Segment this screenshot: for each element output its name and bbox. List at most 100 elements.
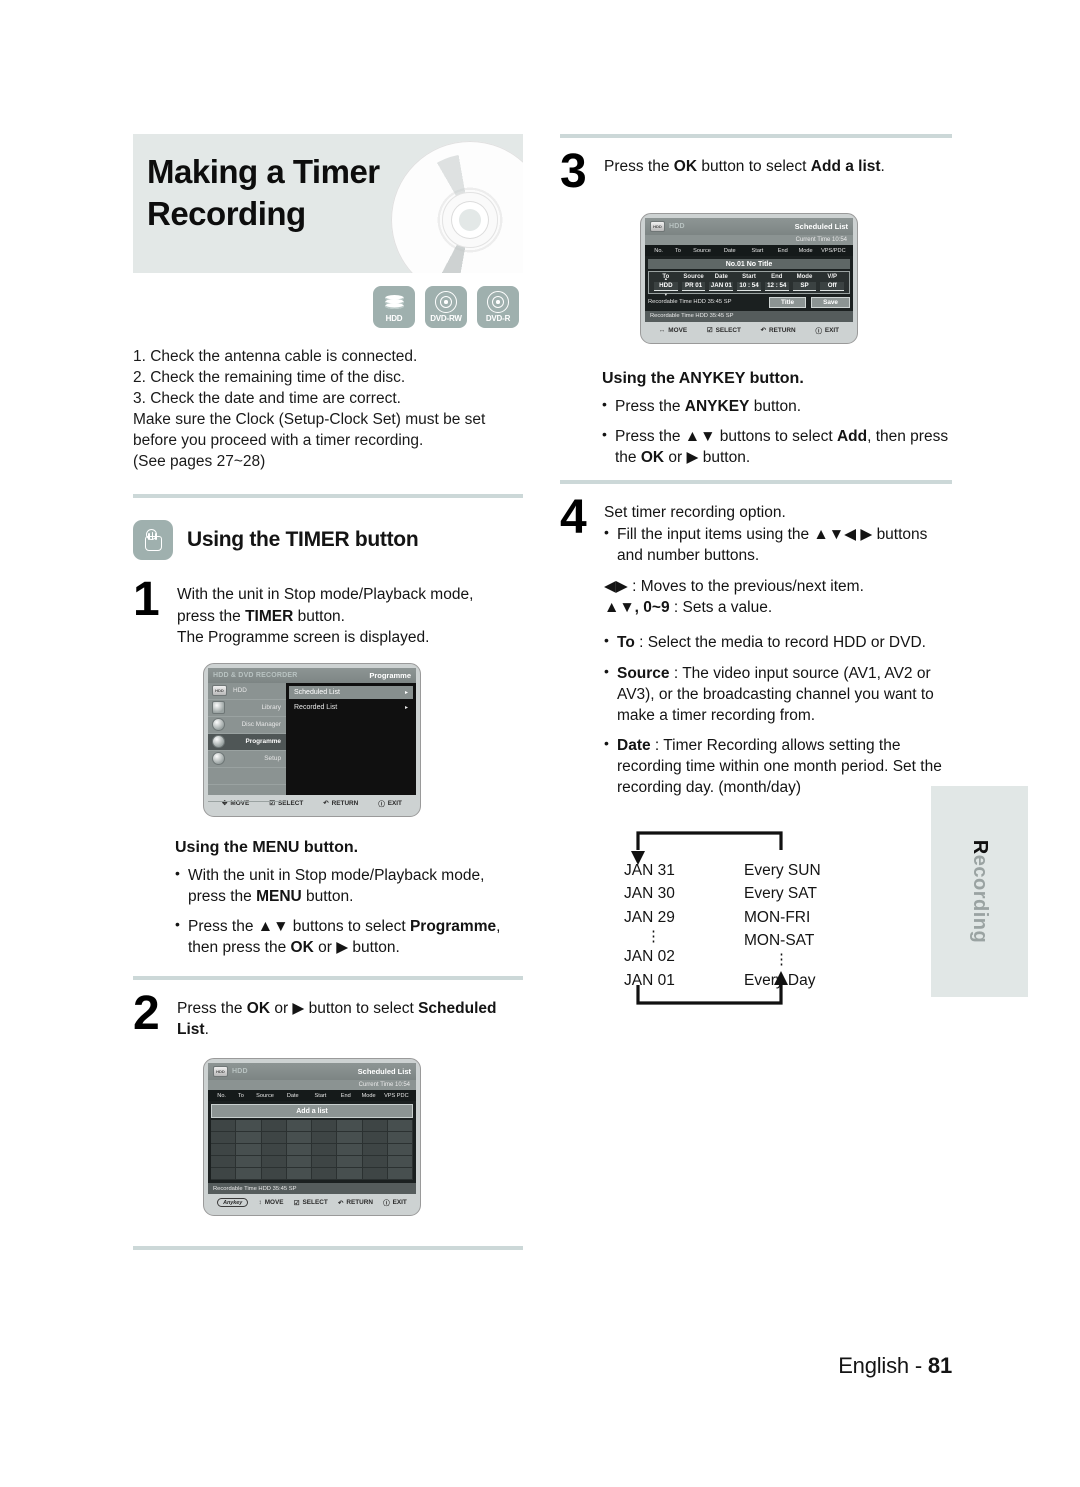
step-2: 2 Press the OK or ▶ button to select Sch…	[133, 989, 523, 1040]
footer-language: English -	[838, 1353, 928, 1378]
field-head-mode: Mode	[796, 274, 813, 281]
osd-programme-sidebar: HDD HDD Library Disc Manager Programme S…	[208, 682, 286, 802]
media-badge-label: DVD-RW	[430, 314, 462, 323]
sidebar-item-label: Setup	[264, 755, 281, 763]
option-source-label: Source	[617, 664, 670, 682]
nav-return[interactable]: ↶ RETURN	[761, 326, 796, 335]
nav-label: SELECT	[715, 326, 741, 334]
timer-button-ref: TIMER	[245, 607, 294, 625]
divider	[560, 134, 952, 138]
title-button[interactable]: Title	[769, 296, 807, 308]
ok-button-ref: OK	[673, 158, 698, 175]
cycle-dates-column: JAN 31 JAN 30 JAN 29 ⋮ JAN 02 JAN 01	[624, 859, 675, 992]
field-value-to[interactable]: HDD	[654, 282, 678, 291]
field-value-end[interactable]: 12 : 54	[764, 282, 789, 291]
nav-exit[interactable]: ⓘ EXIT	[383, 1198, 407, 1207]
cycle-date-5: JAN 01	[624, 971, 675, 989]
step-3: 3 Press the OK button to select Add a li…	[560, 147, 952, 195]
nav-select[interactable]: ☑ SELECT	[707, 326, 741, 335]
anykey-section-heading: Using the ANYKEY button.	[602, 369, 804, 387]
step-3-text-a: Press the	[604, 158, 674, 175]
chevron-right-icon: ▸	[404, 704, 408, 711]
scheduled-list-body: Add a list	[208, 1101, 416, 1184]
scheduled-empty-rows	[211, 1120, 413, 1181]
media-badge-row: HDD DVD-RW DVD-R	[133, 286, 523, 328]
field-value-date[interactable]: JAN 01	[709, 282, 734, 291]
ok-button-ref: OK	[290, 938, 314, 956]
detail-entry-panel: No.01 No Title To Source Date Start End …	[645, 256, 853, 311]
sidebar-item-hdd[interactable]: HDD HDD	[208, 683, 286, 700]
menu-section-heading: Using the MENU button.	[175, 838, 359, 856]
field-value-start[interactable]: 10 : 54	[737, 282, 761, 291]
date-cycle-diagram: JAN 31 JAN 30 JAN 29 ⋮ JAN 02 JAN 01 Eve…	[616, 825, 866, 1015]
sidebar-item-disc-manager[interactable]: Disc Manager	[208, 717, 286, 734]
osd-detail-titlebar: HDD HDD Scheduled List	[645, 218, 853, 236]
scheduled-column-headers: No. To Source Date Start End Mode VPS PD…	[208, 1090, 416, 1102]
nav-label: MOVE	[668, 326, 688, 334]
nav-select[interactable]: ☑ SELECT	[294, 1199, 328, 1207]
nav-exit[interactable]: ⓘ EXIT	[815, 326, 839, 335]
disc-icon	[487, 291, 509, 313]
menu-bullet-2-text-c: or ▶ button.	[313, 938, 400, 956]
col-no: No.	[654, 247, 663, 254]
field-value-mode[interactable]: SP	[792, 282, 817, 291]
col-no: No.	[217, 1092, 226, 1099]
divider	[133, 1246, 523, 1251]
sidebar-item-library[interactable]: Library	[208, 700, 286, 717]
step-1-text-a: With the unit in Stop mode/Playback mode…	[177, 586, 474, 604]
nav-label: EXIT	[392, 1199, 407, 1207]
menu-item-label: Recorded List	[294, 703, 338, 711]
col-to: To	[674, 247, 681, 254]
nav-return[interactable]: ↶ RETURN	[338, 1199, 373, 1207]
return-icon: ↶	[337, 1199, 344, 1207]
sidebar-item-programme[interactable]: Programme	[208, 733, 286, 751]
menu-bullet-2: Press the ▲▼ buttons to select Programme…	[175, 915, 523, 958]
nav-exit[interactable]: ⓘ EXIT	[378, 799, 402, 808]
chapter-tab-rest: ecording	[969, 854, 991, 944]
option-date-label: Date	[617, 736, 651, 754]
table-row[interactable]	[211, 1144, 413, 1157]
step-1-text-b: press the	[177, 607, 246, 625]
move-icon: ↕	[258, 1199, 262, 1207]
menu-item-scheduled-list[interactable]: Scheduled List ▸	[289, 685, 413, 699]
intro-line-3: 3. Check the date and time are correct.	[133, 390, 401, 408]
cycle-repeat-2: Every SAT	[744, 885, 817, 903]
step-1-line-1: With the unit in Stop mode/Playback mode…	[177, 584, 523, 605]
osd-scheduled-navbar: Anykey ↕ MOVE ☑ SELECT ↶ RETURN ⓘ EXIT	[208, 1194, 416, 1211]
step-2-text-c: .	[204, 1021, 209, 1039]
intro-checklist: 1. Check the antenna cable is connected.…	[133, 346, 523, 472]
disc-icon	[435, 291, 457, 313]
menu-bullet-1: With the unit in Stop mode/Playback mode…	[175, 864, 523, 907]
osd-scheduled-list-screen: HDD HDD Scheduled List Current Time 10:5…	[203, 1058, 421, 1217]
osd-programme-body: HDD HDD Library Disc Manager Programme S…	[208, 682, 416, 802]
osd-programme-title: Programme	[369, 670, 411, 680]
table-row[interactable]	[211, 1120, 413, 1133]
field-value-vp[interactable]: Off	[820, 282, 845, 291]
menu-item-recorded-list[interactable]: Recorded List ▸	[289, 701, 413, 714]
add-a-list-button[interactable]: Add a list	[211, 1104, 413, 1119]
nav-move[interactable]: ↔ MOVE	[659, 327, 687, 334]
programme-ref: Programme	[409, 917, 497, 935]
osd-scheduled-title: Scheduled List	[357, 1067, 411, 1077]
footer-page-number: 81	[927, 1353, 952, 1378]
option-to-text: : Select the media to record HDD or DVD.	[634, 634, 926, 652]
table-row[interactable]	[211, 1168, 413, 1181]
table-row[interactable]	[211, 1132, 413, 1145]
anykey-section-bullets: Press the ANYKEY button. Press the ▲▼ bu…	[602, 395, 952, 468]
field-value-source[interactable]: PR 01	[681, 282, 706, 291]
cycle-repeat-1: Every SUN	[744, 862, 821, 880]
nav-return[interactable]: ↶ RETURN	[323, 799, 358, 808]
col-end: End	[777, 247, 788, 254]
step-4-number: 4	[560, 491, 587, 545]
table-row[interactable]	[211, 1156, 413, 1169]
anykey-button[interactable]: Anykey	[217, 1198, 249, 1208]
divider	[133, 494, 523, 499]
cycle-repeat-3: MON-FRI	[744, 908, 811, 926]
ok-button-ref: OK	[246, 1000, 271, 1018]
step-3-text: Press the OK button to select Add a list…	[604, 156, 952, 177]
save-button[interactable]: Save	[811, 296, 850, 308]
step-4-body: Set timer recording option. Fill the inp…	[604, 498, 952, 807]
step-4: 4 Set timer recording option. Fill the i…	[560, 491, 952, 807]
sidebar-item-setup[interactable]: Setup	[208, 751, 286, 768]
nav-move[interactable]: ↕ MOVE	[259, 1199, 284, 1206]
